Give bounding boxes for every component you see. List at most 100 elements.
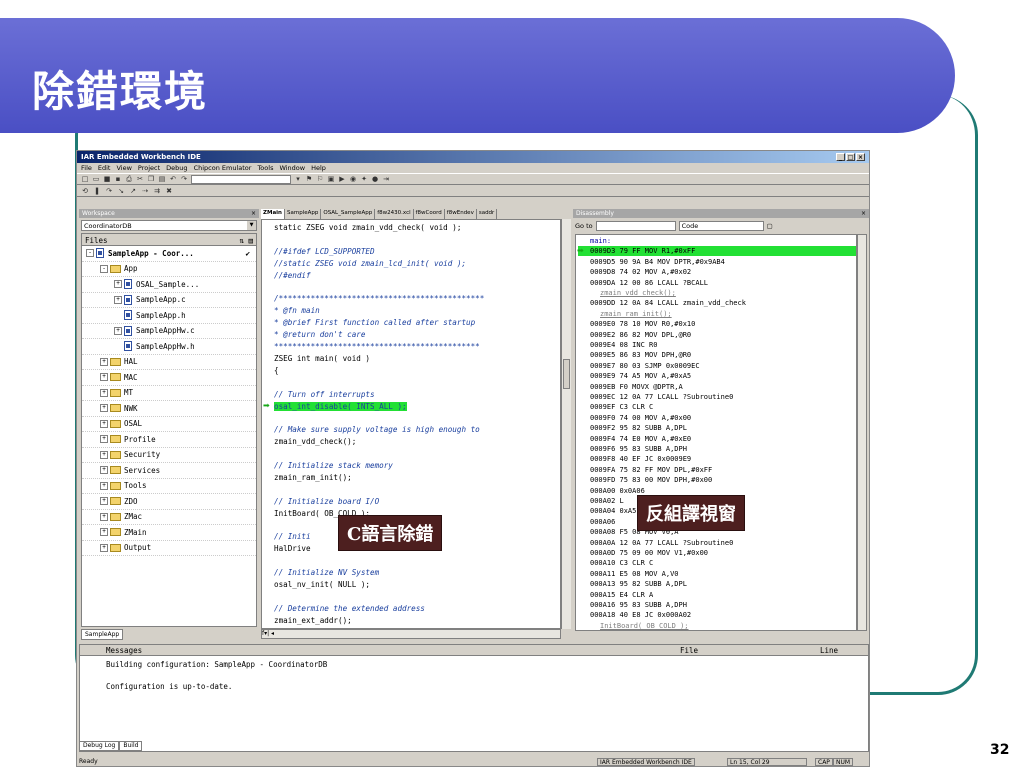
configuration-select[interactable]: CoordinatorDB ▼ (81, 220, 257, 231)
tree-item[interactable]: + SampleApp.c (82, 293, 256, 308)
tree-options-icon[interactable]: ⇅ ▤ (239, 236, 253, 245)
editor-tab[interactable]: OSAL_SampleApp (321, 209, 376, 219)
menu-item[interactable]: Help (311, 164, 326, 172)
expand-icon[interactable]: + (100, 450, 108, 459)
undo-icon[interactable]: ↶ (169, 175, 177, 183)
tree-item[interactable]: + ZDO (82, 494, 256, 510)
tree-item[interactable]: - App (82, 262, 256, 277)
tree-item[interactable]: + Output (82, 541, 256, 556)
run-to-cursor-icon[interactable]: ⇉ (153, 187, 161, 195)
expand-icon[interactable]: + (114, 326, 122, 335)
tree-item[interactable]: + MAC (82, 370, 256, 386)
refresh-icon[interactable]: ▢ (767, 222, 773, 230)
print-icon[interactable]: ⎙ (125, 175, 133, 183)
step-out-icon[interactable]: ↗ (129, 187, 137, 195)
cut-icon[interactable]: ✂ (136, 175, 144, 183)
messages-column[interactable]: Messages (106, 646, 142, 655)
editor-tab[interactable]: SampleApp (285, 209, 322, 219)
editor-tab[interactable]: ZMain (261, 209, 285, 219)
disassembly-listing[interactable]: main: 0009D3 79 FF MOV R1,#0xFF ➡ 0009D5 90… (575, 234, 857, 631)
stop-debug-icon[interactable]: ✖ (165, 187, 173, 195)
collapse-icon[interactable]: - (86, 249, 94, 258)
expand-icon[interactable]: + (100, 481, 108, 490)
tree-item[interactable]: + Services (82, 463, 256, 479)
step-over-icon[interactable]: ↷ (105, 187, 113, 195)
expand-icon[interactable]: + (100, 543, 108, 552)
editor-scrollbar[interactable] (561, 219, 571, 629)
next-bookmark-icon[interactable]: ⚐ (316, 175, 324, 183)
maximize-icon[interactable]: □ (846, 153, 855, 161)
paste-icon[interactable]: ▤ (158, 175, 166, 183)
expand-icon[interactable]: + (100, 435, 108, 444)
breakpoint-icon[interactable]: ● (371, 175, 379, 183)
menu-item[interactable]: Window (279, 164, 305, 172)
tree-item[interactable]: + Tools (82, 479, 256, 494)
expand-icon[interactable]: + (100, 528, 108, 537)
collapse-icon[interactable]: - (100, 264, 108, 273)
menu-item[interactable]: Tools (257, 164, 273, 172)
step-into-icon[interactable]: ↘ (117, 187, 125, 195)
expand-icon[interactable]: + (100, 357, 108, 366)
editor-tab[interactable]: f8wEndev (445, 209, 477, 219)
compile-icon[interactable]: ▣ (327, 175, 335, 183)
expand-icon[interactable]: + (100, 404, 108, 413)
tab-build[interactable]: Build (119, 741, 143, 751)
toggle-bookmark-icon[interactable]: ⚑ (305, 175, 313, 183)
editor-tab[interactable]: saddr (477, 209, 498, 219)
menu-item[interactable]: Chipcon Emulator (194, 164, 252, 172)
memory-type-select[interactable]: Code (678, 221, 764, 231)
tree-item[interactable]: + ZMac (82, 510, 256, 525)
debug-icon[interactable]: ✦ (360, 175, 368, 183)
make-icon[interactable]: ▶ (338, 175, 346, 183)
tree-item[interactable]: + MT (82, 386, 256, 401)
chevron-down-icon[interactable]: ▼ (247, 221, 256, 230)
editor-tab[interactable]: f8w2430.xcl (375, 209, 414, 219)
expand-icon[interactable]: + (100, 419, 108, 428)
editor-tab[interactable]: f8wCoord (414, 209, 445, 219)
expand-icon[interactable]: + (114, 295, 122, 304)
tree-item[interactable]: + OSAL_Sample... (82, 277, 256, 293)
go-icon[interactable]: ⇥ (382, 175, 390, 183)
tree-item[interactable]: SampleApp.h (82, 308, 256, 324)
tree-item[interactable]: SampleAppHw.h (82, 339, 256, 355)
expand-icon[interactable]: + (100, 512, 108, 521)
menu-item[interactable]: Project (138, 164, 160, 172)
expand-icon[interactable]: + (114, 280, 122, 289)
menu-item[interactable]: View (116, 164, 131, 172)
tree-item[interactable]: + NWK (82, 401, 256, 417)
tree-item[interactable]: + SampleAppHw.c (82, 324, 256, 339)
save-all-icon[interactable]: ▪ (114, 175, 122, 183)
expand-icon[interactable]: + (100, 497, 108, 506)
line-column[interactable]: Line (820, 646, 838, 655)
editor-gutter[interactable] (262, 220, 272, 628)
scroll-thumb[interactable] (563, 359, 570, 389)
redo-icon[interactable]: ↷ (180, 175, 188, 183)
workspace-tab[interactable]: SampleApp (81, 629, 123, 640)
copy-icon[interactable]: ❐ (147, 175, 155, 183)
tree-item[interactable]: + Profile (82, 432, 256, 448)
stop-build-icon[interactable]: ◉ (349, 175, 357, 183)
open-icon[interactable]: ▭ (92, 175, 100, 183)
file-column[interactable]: File (680, 646, 698, 655)
disassembly-scrollbar[interactable] (857, 234, 867, 631)
break-icon[interactable]: ❚ (93, 187, 101, 195)
new-file-icon[interactable]: □ (81, 175, 89, 183)
save-icon[interactable]: ■ (103, 175, 111, 183)
editor-hscrollbar[interactable]: f▾| ◂ (261, 629, 561, 639)
close-icon[interactable]: × (856, 153, 865, 161)
tree-item[interactable]: + OSAL (82, 417, 256, 432)
find-icon[interactable]: ▾ (294, 175, 302, 183)
close-icon[interactable]: × (861, 210, 866, 217)
next-statement-icon[interactable]: ⇢ (141, 187, 149, 195)
minimize-icon[interactable]: _ (836, 153, 845, 161)
reset-icon[interactable]: ⟲ (81, 187, 89, 195)
menu-item[interactable]: File (81, 164, 92, 172)
expand-icon[interactable]: + (100, 466, 108, 475)
code-editor[interactable]: static ZSEG void zmain_vdd_check( void )… (261, 219, 561, 629)
expand-icon[interactable]: + (100, 388, 108, 397)
menu-item[interactable]: Debug (166, 164, 187, 172)
tree-item[interactable]: + HAL (82, 355, 256, 370)
expand-icon[interactable]: + (100, 373, 108, 382)
close-icon[interactable]: × (251, 210, 256, 217)
tree-item[interactable]: - SampleApp - Coor... ✔ (82, 246, 256, 262)
